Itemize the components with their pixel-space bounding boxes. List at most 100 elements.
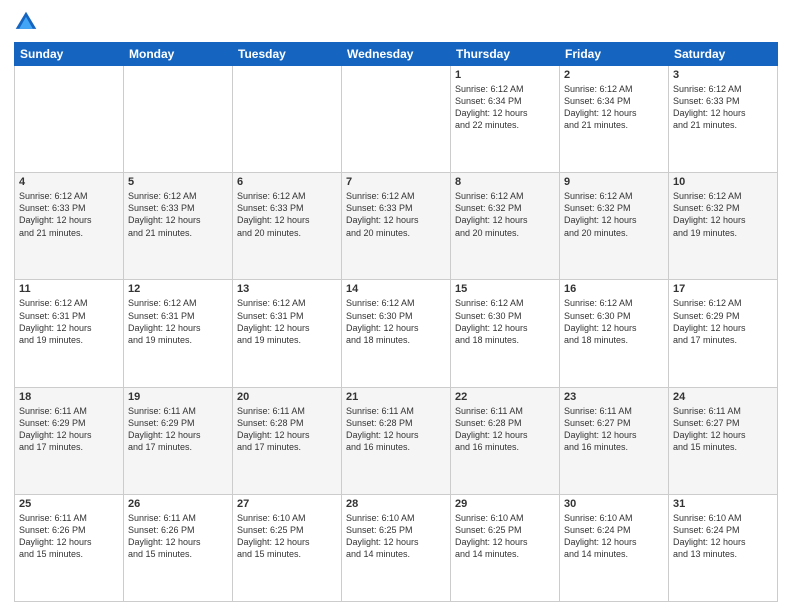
calendar-week-4: 18Sunrise: 6:11 AM Sunset: 6:29 PM Dayli… [15,387,778,494]
day-info: Sunrise: 6:11 AM Sunset: 6:29 PM Dayligh… [19,405,119,454]
day-info: Sunrise: 6:12 AM Sunset: 6:31 PM Dayligh… [19,297,119,346]
day-info: Sunrise: 6:12 AM Sunset: 6:32 PM Dayligh… [673,190,773,239]
day-info: Sunrise: 6:10 AM Sunset: 6:25 PM Dayligh… [455,512,555,561]
calendar-cell: 30 Sunrise: 6:10 AM Sunset: 6:24 PM Dayli… [560,494,669,601]
day-info: Sunrise: 6:11 AM Sunset: 6:27 PM Dayligh… [564,405,664,454]
calendar-cell [233,66,342,173]
day-number: 26 [128,498,228,510]
day-info: Sunrise: 6:12 AM Sunset: 6:31 PM Dayligh… [237,297,337,346]
day-info: Sunrise: 6:12 AM Sunset: 6:34 PM Dayligh… [455,83,555,132]
day-info: Sunrise: 6:11 AM Sunset: 6:28 PM Dayligh… [346,405,446,454]
day-info: Sunrise: 6:12 AM Sunset: 6:30 PM Dayligh… [346,297,446,346]
day-number: 15 [455,283,555,295]
day-info: Sunrise: 6:11 AM Sunset: 6:27 PM Dayligh… [673,405,773,454]
day-header-thursday: Thursday [451,43,560,66]
day-number: 11 [19,283,119,295]
day-info: Sunrise: 6:10 AM Sunset: 6:25 PM Dayligh… [237,512,337,561]
calendar-cell: 1 Sunrise: 6:12 AM Sunset: 6:34 PM Daylig… [451,66,560,173]
day-number: 12 [128,283,228,295]
calendar-cell [124,66,233,173]
day-number: 5 [128,176,228,188]
day-header-tuesday: Tuesday [233,43,342,66]
day-header-monday: Monday [124,43,233,66]
calendar-cell: 17Sunrise: 6:12 AM Sunset: 6:29 PM Dayli… [669,280,778,387]
calendar-cell: 10 Sunrise: 6:12 AM Sunset: 6:32 PM Dayli… [669,173,778,280]
calendar-cell: 5 Sunrise: 6:12 AM Sunset: 6:33 PM Daylig… [124,173,233,280]
header [14,10,778,34]
calendar-cell: 21Sunrise: 6:11 AM Sunset: 6:28 PM Dayli… [342,387,451,494]
day-info: Sunrise: 6:11 AM Sunset: 6:28 PM Dayligh… [455,405,555,454]
calendar-cell: 15 Sunrise: 6:12 AM Sunset: 6:30 PM Dayli… [451,280,560,387]
calendar-cell: 9 Sunrise: 6:12 AM Sunset: 6:32 PM Daylig… [560,173,669,280]
day-number: 10 [673,176,773,188]
calendar-cell: 12Sunrise: 6:12 AM Sunset: 6:31 PM Dayli… [124,280,233,387]
calendar-week-3: 11 Sunrise: 6:12 AM Sunset: 6:31 PM Dayli… [15,280,778,387]
calendar-cell: 24 Sunrise: 6:11 AM Sunset: 6:27 PM Dayli… [669,387,778,494]
day-number: 14 [346,283,446,295]
day-info: Sunrise: 6:12 AM Sunset: 6:32 PM Dayligh… [455,190,555,239]
day-info: Sunrise: 6:10 AM Sunset: 6:25 PM Dayligh… [346,512,446,561]
day-number: 24 [673,391,773,403]
calendar-week-2: 4 Sunrise: 6:12 AM Sunset: 6:33 PM Daylig… [15,173,778,280]
calendar-table: SundayMondayTuesdayWednesdayThursdayFrid… [14,42,778,602]
calendar-cell: 20Sunrise: 6:11 AM Sunset: 6:28 PM Dayli… [233,387,342,494]
day-info: Sunrise: 6:12 AM Sunset: 6:33 PM Dayligh… [346,190,446,239]
calendar-cell: 7 Sunrise: 6:12 AM Sunset: 6:33 PM Daylig… [342,173,451,280]
day-number: 22 [455,391,555,403]
day-info: Sunrise: 6:12 AM Sunset: 6:29 PM Dayligh… [673,297,773,346]
calendar-cell: 8 Sunrise: 6:12 AM Sunset: 6:32 PM Daylig… [451,173,560,280]
day-header-friday: Friday [560,43,669,66]
day-number: 2 [564,69,664,81]
calendar-cell: 19Sunrise: 6:11 AM Sunset: 6:29 PM Dayli… [124,387,233,494]
calendar-cell: 23 Sunrise: 6:11 AM Sunset: 6:27 PM Dayli… [560,387,669,494]
calendar-cell: 25 Sunrise: 6:11 AM Sunset: 6:26 PM Dayli… [15,494,124,601]
day-info: Sunrise: 6:12 AM Sunset: 6:34 PM Dayligh… [564,83,664,132]
day-number: 3 [673,69,773,81]
day-number: 27 [237,498,337,510]
day-info: Sunrise: 6:11 AM Sunset: 6:26 PM Dayligh… [128,512,228,561]
calendar-cell: 13 Sunrise: 6:12 AM Sunset: 6:31 PM Dayli… [233,280,342,387]
day-number: 13 [237,283,337,295]
calendar-cell: 27 Sunrise: 6:10 AM Sunset: 6:25 PM Dayli… [233,494,342,601]
day-number: 31 [673,498,773,510]
day-header-sunday: Sunday [15,43,124,66]
page: SundayMondayTuesdayWednesdayThursdayFrid… [0,0,792,612]
day-number: 29 [455,498,555,510]
calendar-cell: 29 Sunrise: 6:10 AM Sunset: 6:25 PM Dayli… [451,494,560,601]
calendar-cell: 16 Sunrise: 6:12 AM Sunset: 6:30 PM Dayli… [560,280,669,387]
day-number: 28 [346,498,446,510]
logo-icon [14,10,38,34]
day-number: 25 [19,498,119,510]
calendar-cell: 11 Sunrise: 6:12 AM Sunset: 6:31 PM Dayli… [15,280,124,387]
day-number: 23 [564,391,664,403]
day-info: Sunrise: 6:11 AM Sunset: 6:26 PM Dayligh… [19,512,119,561]
day-number: 4 [19,176,119,188]
calendar-cell: 2 Sunrise: 6:12 AM Sunset: 6:34 PM Daylig… [560,66,669,173]
day-number: 7 [346,176,446,188]
day-number: 1 [455,69,555,81]
calendar-header-row: SundayMondayTuesdayWednesdayThursdayFrid… [15,43,778,66]
day-info: Sunrise: 6:12 AM Sunset: 6:30 PM Dayligh… [455,297,555,346]
day-info: Sunrise: 6:12 AM Sunset: 6:33 PM Dayligh… [19,190,119,239]
day-info: Sunrise: 6:12 AM Sunset: 6:32 PM Dayligh… [564,190,664,239]
day-info: Sunrise: 6:10 AM Sunset: 6:24 PM Dayligh… [673,512,773,561]
calendar-cell: 18Sunrise: 6:11 AM Sunset: 6:29 PM Dayli… [15,387,124,494]
day-header-saturday: Saturday [669,43,778,66]
day-info: Sunrise: 6:12 AM Sunset: 6:30 PM Dayligh… [564,297,664,346]
calendar-cell: 3Sunrise: 6:12 AM Sunset: 6:33 PM Daylig… [669,66,778,173]
calendar-cell: 6Sunrise: 6:12 AM Sunset: 6:33 PM Daylig… [233,173,342,280]
calendar-cell: 26 Sunrise: 6:11 AM Sunset: 6:26 PM Dayli… [124,494,233,601]
day-number: 9 [564,176,664,188]
calendar-week-1: 1 Sunrise: 6:12 AM Sunset: 6:34 PM Daylig… [15,66,778,173]
day-number: 8 [455,176,555,188]
calendar-cell: 28 Sunrise: 6:10 AM Sunset: 6:25 PM Dayli… [342,494,451,601]
calendar-week-5: 25 Sunrise: 6:11 AM Sunset: 6:26 PM Dayli… [15,494,778,601]
day-number: 30 [564,498,664,510]
day-info: Sunrise: 6:12 AM Sunset: 6:33 PM Dayligh… [128,190,228,239]
calendar-cell: 14 Sunrise: 6:12 AM Sunset: 6:30 PM Dayli… [342,280,451,387]
day-info: Sunrise: 6:11 AM Sunset: 6:28 PM Dayligh… [237,405,337,454]
calendar-cell: 22 Sunrise: 6:11 AM Sunset: 6:28 PM Dayli… [451,387,560,494]
day-info: Sunrise: 6:10 AM Sunset: 6:24 PM Dayligh… [564,512,664,561]
day-number: 16 [564,283,664,295]
day-number: 19 [128,391,228,403]
